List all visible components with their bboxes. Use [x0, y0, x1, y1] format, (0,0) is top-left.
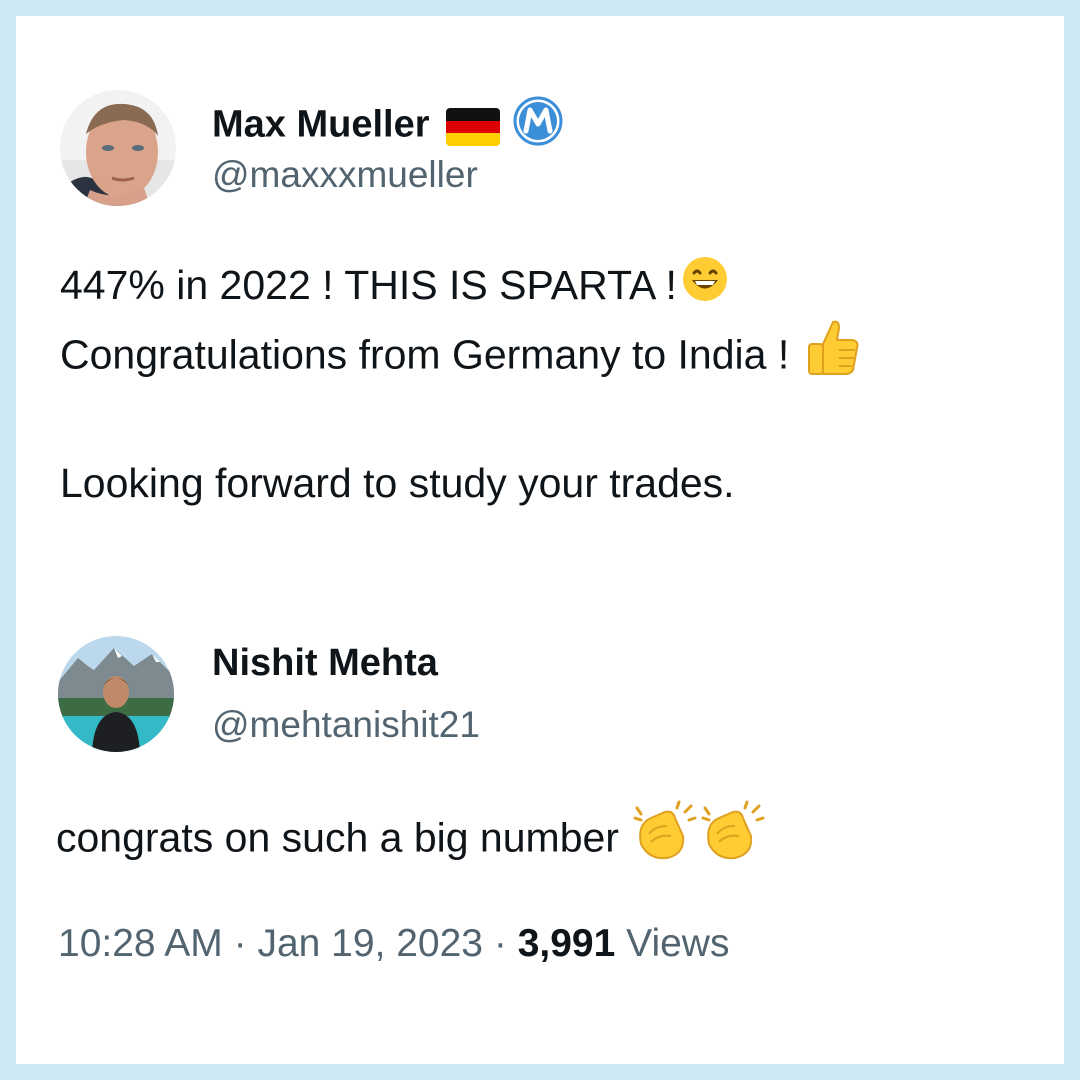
tweet-meta: 10:28 AM · Jan 19, 2023 · 3,991 Views	[58, 920, 729, 968]
author-handle[interactable]: @maxxxmueller	[212, 152, 478, 198]
tweet-text-line: congrats on such a big number	[56, 800, 767, 881]
tweet-text-line: 447% in 2022 ! THIS IS SPARTA !	[60, 252, 729, 322]
views-label[interactable]: Views	[626, 922, 729, 965]
tweet-time[interactable]: 10:28 AM	[58, 922, 223, 965]
author-name[interactable]: Nishit Mehta	[212, 640, 438, 686]
meta-separator: ·	[233, 922, 247, 965]
author-name[interactable]: Max Mueller	[212, 96, 563, 157]
clapping-hands-icon	[633, 800, 699, 881]
thumbs-up-icon	[805, 318, 861, 397]
tweet-text-line: Looking forward to study your trades.	[60, 460, 735, 506]
tweet-date[interactable]: Jan 19, 2023	[257, 922, 483, 965]
avatar-nishit-mehta[interactable]	[58, 636, 174, 752]
germany-flag-icon	[446, 107, 501, 146]
views-count: 3,991	[517, 922, 616, 965]
clapping-hands-icon	[701, 800, 767, 881]
avatar-max-mueller[interactable]	[60, 90, 176, 206]
tweet-card: Max Mueller @maxxxmueller 447% in 2022 !…	[16, 16, 1064, 1064]
author-handle[interactable]: @mehtanishit21	[212, 702, 480, 748]
tweet-text-line: Congratulations from Germany to India !	[60, 318, 861, 397]
meta-separator: ·	[493, 922, 507, 965]
m-badge-icon	[513, 96, 563, 157]
grinning-face-icon	[681, 255, 729, 322]
